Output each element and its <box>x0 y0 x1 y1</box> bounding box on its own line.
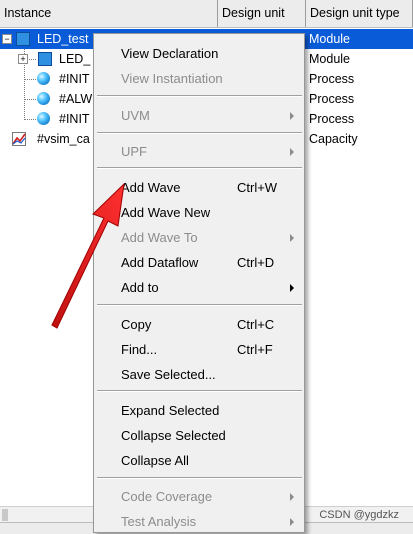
menu-separator <box>97 167 302 169</box>
submenu-arrow-icon <box>290 148 294 156</box>
menu-separator <box>97 304 302 306</box>
menu-item-add-to[interactable]: Add to <box>94 275 304 300</box>
context-menu: View Declaration View Instantiation UVM … <box>93 33 305 533</box>
menu-item-shortcut: Ctrl+W <box>237 180 278 195</box>
design-unit-type: Capacity <box>309 132 358 146</box>
menu-item-expand-selected[interactable]: Expand Selected <box>94 398 304 423</box>
menu-item-label: UVM <box>121 108 150 123</box>
menu-item-label: Code Coverage <box>121 489 213 504</box>
menu-item-uvm[interactable]: UVM <box>94 103 304 128</box>
submenu-arrow-icon <box>290 518 294 526</box>
design-unit-type: Process <box>309 72 355 86</box>
menu-item-test-analysis[interactable]: Test Analysis <box>94 509 304 534</box>
menu-item-label: Add Dataflow <box>121 255 199 270</box>
menu-item-label: Copy <box>121 317 152 332</box>
menu-item-copy[interactable]: Copy Ctrl+C <box>94 312 304 337</box>
menu-item-label: UPF <box>121 144 147 159</box>
submenu-arrow-icon <box>290 112 294 120</box>
menu-separator <box>97 132 302 134</box>
menu-item-shortcut: Ctrl+F <box>237 342 273 357</box>
menu-item-label: Collapse All <box>121 453 189 468</box>
instance-name: LED_test <box>37 32 89 46</box>
menu-item-label: Collapse Selected <box>121 428 226 443</box>
scrollbar-thumb[interactable] <box>2 509 8 521</box>
menu-item-upf[interactable]: UPF <box>94 139 304 164</box>
menu-item-save-selected[interactable]: Save Selected... <box>94 362 304 387</box>
menu-separator <box>97 477 302 479</box>
menu-item-find[interactable]: Find... Ctrl+F <box>94 337 304 362</box>
menu-item-add-wave-to[interactable]: Add Wave To <box>94 225 304 250</box>
submenu-arrow-icon <box>290 284 294 292</box>
menu-item-add-wave[interactable]: Add Wave Ctrl+W <box>94 175 304 200</box>
menu-item-label: View Instantiation <box>121 71 223 86</box>
menu-item-collapse-all[interactable]: Collapse All <box>94 448 304 473</box>
module-icon <box>16 32 30 46</box>
menu-item-label: Expand Selected <box>121 403 220 418</box>
instance-name: #ALW <box>59 92 93 106</box>
design-unit-type: Process <box>309 112 355 126</box>
menu-item-label: Test Analysis <box>121 514 197 529</box>
header-instance[interactable]: Instance <box>0 0 218 27</box>
capacity-icon <box>12 132 26 146</box>
menu-separator <box>97 390 302 392</box>
menu-item-label: Save Selected... <box>121 367 216 382</box>
instance-name: #INIT <box>59 72 90 86</box>
watermark: CSDN @ygdzkz <box>319 509 399 521</box>
submenu-arrow-icon <box>290 234 294 242</box>
menu-item-code-coverage[interactable]: Code Coverage <box>94 484 304 509</box>
menu-item-label: Add Wave To <box>121 230 198 245</box>
menu-separator <box>97 95 302 97</box>
menu-item-view-declaration[interactable]: View Declaration <box>94 41 304 66</box>
submenu-arrow-icon <box>290 493 294 501</box>
design-unit-type: Process <box>309 92 355 106</box>
column-header: Instance Design unit Design unit type <box>0 0 413 28</box>
instance-name: #INIT <box>59 112 90 126</box>
process-icon <box>37 112 50 125</box>
design-unit-type: Module <box>309 52 350 66</box>
menu-item-label: View Declaration <box>121 46 219 61</box>
menu-item-shortcut: Ctrl+C <box>237 317 275 332</box>
menu-item-label: Add to <box>121 280 159 295</box>
menu-item-shortcut: Ctrl+D <box>237 255 275 270</box>
instance-name: LED_ <box>59 52 91 66</box>
expand-icon[interactable]: + <box>18 54 28 64</box>
process-icon <box>37 72 50 85</box>
menu-item-collapse-selected[interactable]: Collapse Selected <box>94 423 304 448</box>
menu-item-label: Add Wave New <box>121 205 211 220</box>
menu-item-view-instantiation[interactable]: View Instantiation <box>94 66 304 91</box>
menu-item-label: Add Wave <box>121 180 181 195</box>
design-unit-type: Module <box>309 32 350 46</box>
menu-item-label: Find... <box>121 342 158 357</box>
process-icon <box>37 92 50 105</box>
header-design-unit[interactable]: Design unit <box>218 0 306 27</box>
menu-item-add-dataflow[interactable]: Add Dataflow Ctrl+D <box>94 250 304 275</box>
header-design-unit-type[interactable]: Design unit type <box>306 0 413 27</box>
menu-item-add-wave-new[interactable]: Add Wave New <box>94 200 304 225</box>
module-icon <box>38 52 52 66</box>
instance-name: #vsim_ca <box>37 132 90 146</box>
collapse-icon[interactable]: − <box>2 34 12 44</box>
